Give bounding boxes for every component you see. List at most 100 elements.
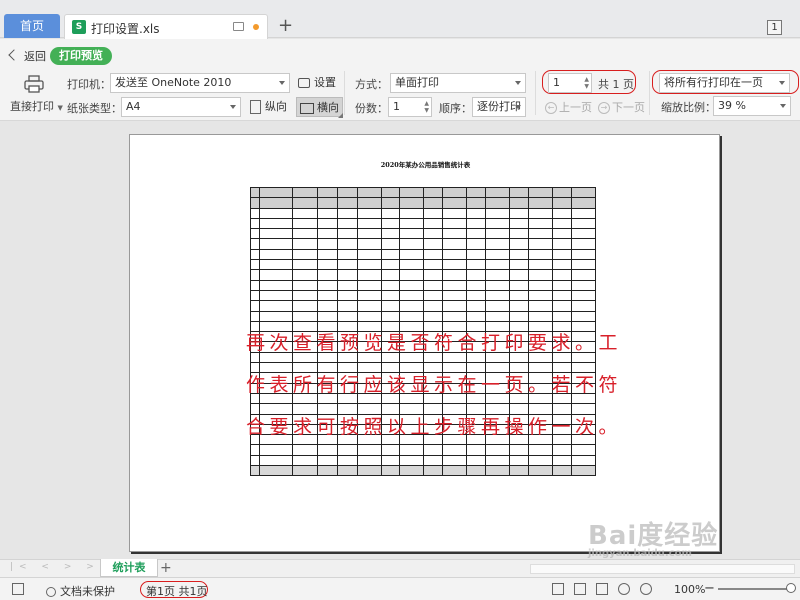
table-cell (356, 217, 382, 230)
table-cell (249, 465, 261, 477)
copies-label: 份数： (355, 102, 388, 115)
table-cell (466, 238, 487, 250)
table-cell (316, 289, 338, 302)
table-cell (399, 465, 425, 477)
prev-page-button[interactable]: ← 上一页 (545, 99, 592, 115)
table-cell (291, 217, 318, 230)
page-layout-icon[interactable] (574, 583, 586, 595)
table-cell (249, 186, 261, 199)
horizontal-scrollbar[interactable] (530, 564, 795, 574)
table-cell (336, 238, 358, 250)
landscape-button[interactable]: 横向 (296, 97, 343, 117)
print-order-select[interactable]: 逐份打印 (472, 97, 526, 117)
new-tab-button[interactable]: + (278, 16, 293, 36)
zoom-out-icon[interactable]: − (704, 581, 715, 596)
table-cell (259, 197, 293, 209)
table-cell (442, 228, 468, 240)
table-cell (442, 238, 468, 250)
direct-print-button[interactable]: 直接打印 ▼ (10, 98, 63, 114)
table-cell (552, 217, 572, 230)
expand-corner-icon[interactable] (338, 113, 343, 118)
watermark-text: Bai度经验 (588, 521, 719, 551)
table-cell (442, 279, 468, 291)
unsaved-dot-icon (253, 24, 259, 30)
table-cell (527, 279, 554, 291)
home-tab[interactable]: 首页 (4, 14, 60, 38)
protection-label: 文档未保护 (60, 585, 115, 598)
reading-mode-icon[interactable] (618, 583, 630, 595)
table-cell (336, 269, 358, 281)
scale-select[interactable]: 39 % (713, 96, 791, 116)
layout-icon[interactable] (12, 583, 24, 595)
table-cell (356, 454, 382, 467)
sheet-tab-stats[interactable]: 统计表 (100, 559, 158, 577)
page-number-stepper[interactable]: 1 ▲ ▼ (548, 73, 592, 93)
window-count-badge[interactable]: 1 (767, 20, 782, 35)
table-cell (399, 289, 425, 302)
prev-page-label: 上一页 (559, 101, 592, 114)
table-cell (570, 207, 597, 219)
table-cell (316, 217, 338, 230)
table-cell (570, 248, 597, 261)
table-cell (509, 228, 529, 240)
table-cell (509, 217, 529, 230)
table-cell (442, 269, 468, 281)
protection-status[interactable]: 文档未保护 (46, 583, 115, 599)
table-cell (570, 186, 597, 199)
gear-printer-icon (298, 78, 310, 88)
table-cell (316, 310, 338, 322)
table-cell (423, 269, 444, 281)
eye-protect-icon[interactable] (640, 583, 652, 595)
table-cell (336, 300, 358, 312)
table-cell (466, 465, 487, 477)
table-cell (442, 207, 468, 219)
stepper-arrows-icon[interactable]: ▲ ▼ (424, 100, 429, 114)
table-cell (423, 238, 444, 250)
table-cell (509, 279, 529, 291)
table-cell (485, 228, 511, 240)
printer-icon[interactable] (24, 75, 44, 93)
zoom-slider[interactable] (718, 588, 792, 590)
print-toolbar: 直接打印 ▼ 打印机： 发送至 OneNote 2010 设置 纸张类型： A4… (0, 67, 800, 121)
zoom-level[interactable]: 100% (674, 583, 705, 596)
fit-rows-select[interactable]: 将所有行打印在一页 (659, 73, 790, 93)
table-cell (356, 238, 382, 250)
table-row (249, 454, 597, 467)
file-tab-label: 打印设置.xls (91, 22, 160, 36)
portrait-button[interactable]: 纵向 (250, 97, 287, 117)
table-cell (316, 279, 338, 291)
sheet-nav-arrows-icon[interactable]: |< < > >| (10, 562, 109, 572)
next-page-button[interactable]: → 下一页 (598, 99, 645, 115)
add-sheet-button[interactable]: + (160, 560, 172, 576)
arrow-left-icon: ← (545, 102, 557, 114)
table-row (249, 465, 597, 477)
stepper-arrows-icon[interactable]: ▲ ▼ (584, 76, 589, 90)
table-cell (527, 465, 554, 477)
table-cell (570, 217, 597, 230)
table-cell (399, 259, 425, 271)
printer-settings-button[interactable]: 设置 (298, 73, 336, 93)
page-break-icon[interactable] (596, 583, 608, 595)
printer-select[interactable]: 发送至 OneNote 2010 (110, 73, 290, 93)
copies-stepper[interactable]: 1 ▲ ▼ (388, 97, 432, 117)
table-cell (570, 310, 597, 322)
monitor-icon[interactable] (233, 22, 244, 31)
table-cell (291, 248, 318, 261)
table-cell (399, 248, 425, 261)
table-cell (259, 238, 293, 250)
back-button[interactable]: 返回 (8, 48, 46, 64)
table-cell (356, 186, 382, 199)
paper-label: 纸张类型： (67, 102, 122, 115)
table-row (249, 259, 597, 271)
table-cell (509, 207, 529, 219)
normal-view-icon[interactable] (552, 583, 564, 595)
zoom-slider-handle[interactable] (786, 583, 796, 593)
table-cell (316, 248, 338, 261)
table-cell (399, 186, 425, 199)
table-cell (291, 259, 318, 271)
toolbar-divider (344, 71, 345, 115)
table-cell (466, 454, 487, 467)
paper-select[interactable]: A4 (121, 97, 241, 117)
print-method-select[interactable]: 单面打印 (390, 73, 526, 93)
file-tab[interactable]: S 打印设置.xls (64, 14, 268, 39)
